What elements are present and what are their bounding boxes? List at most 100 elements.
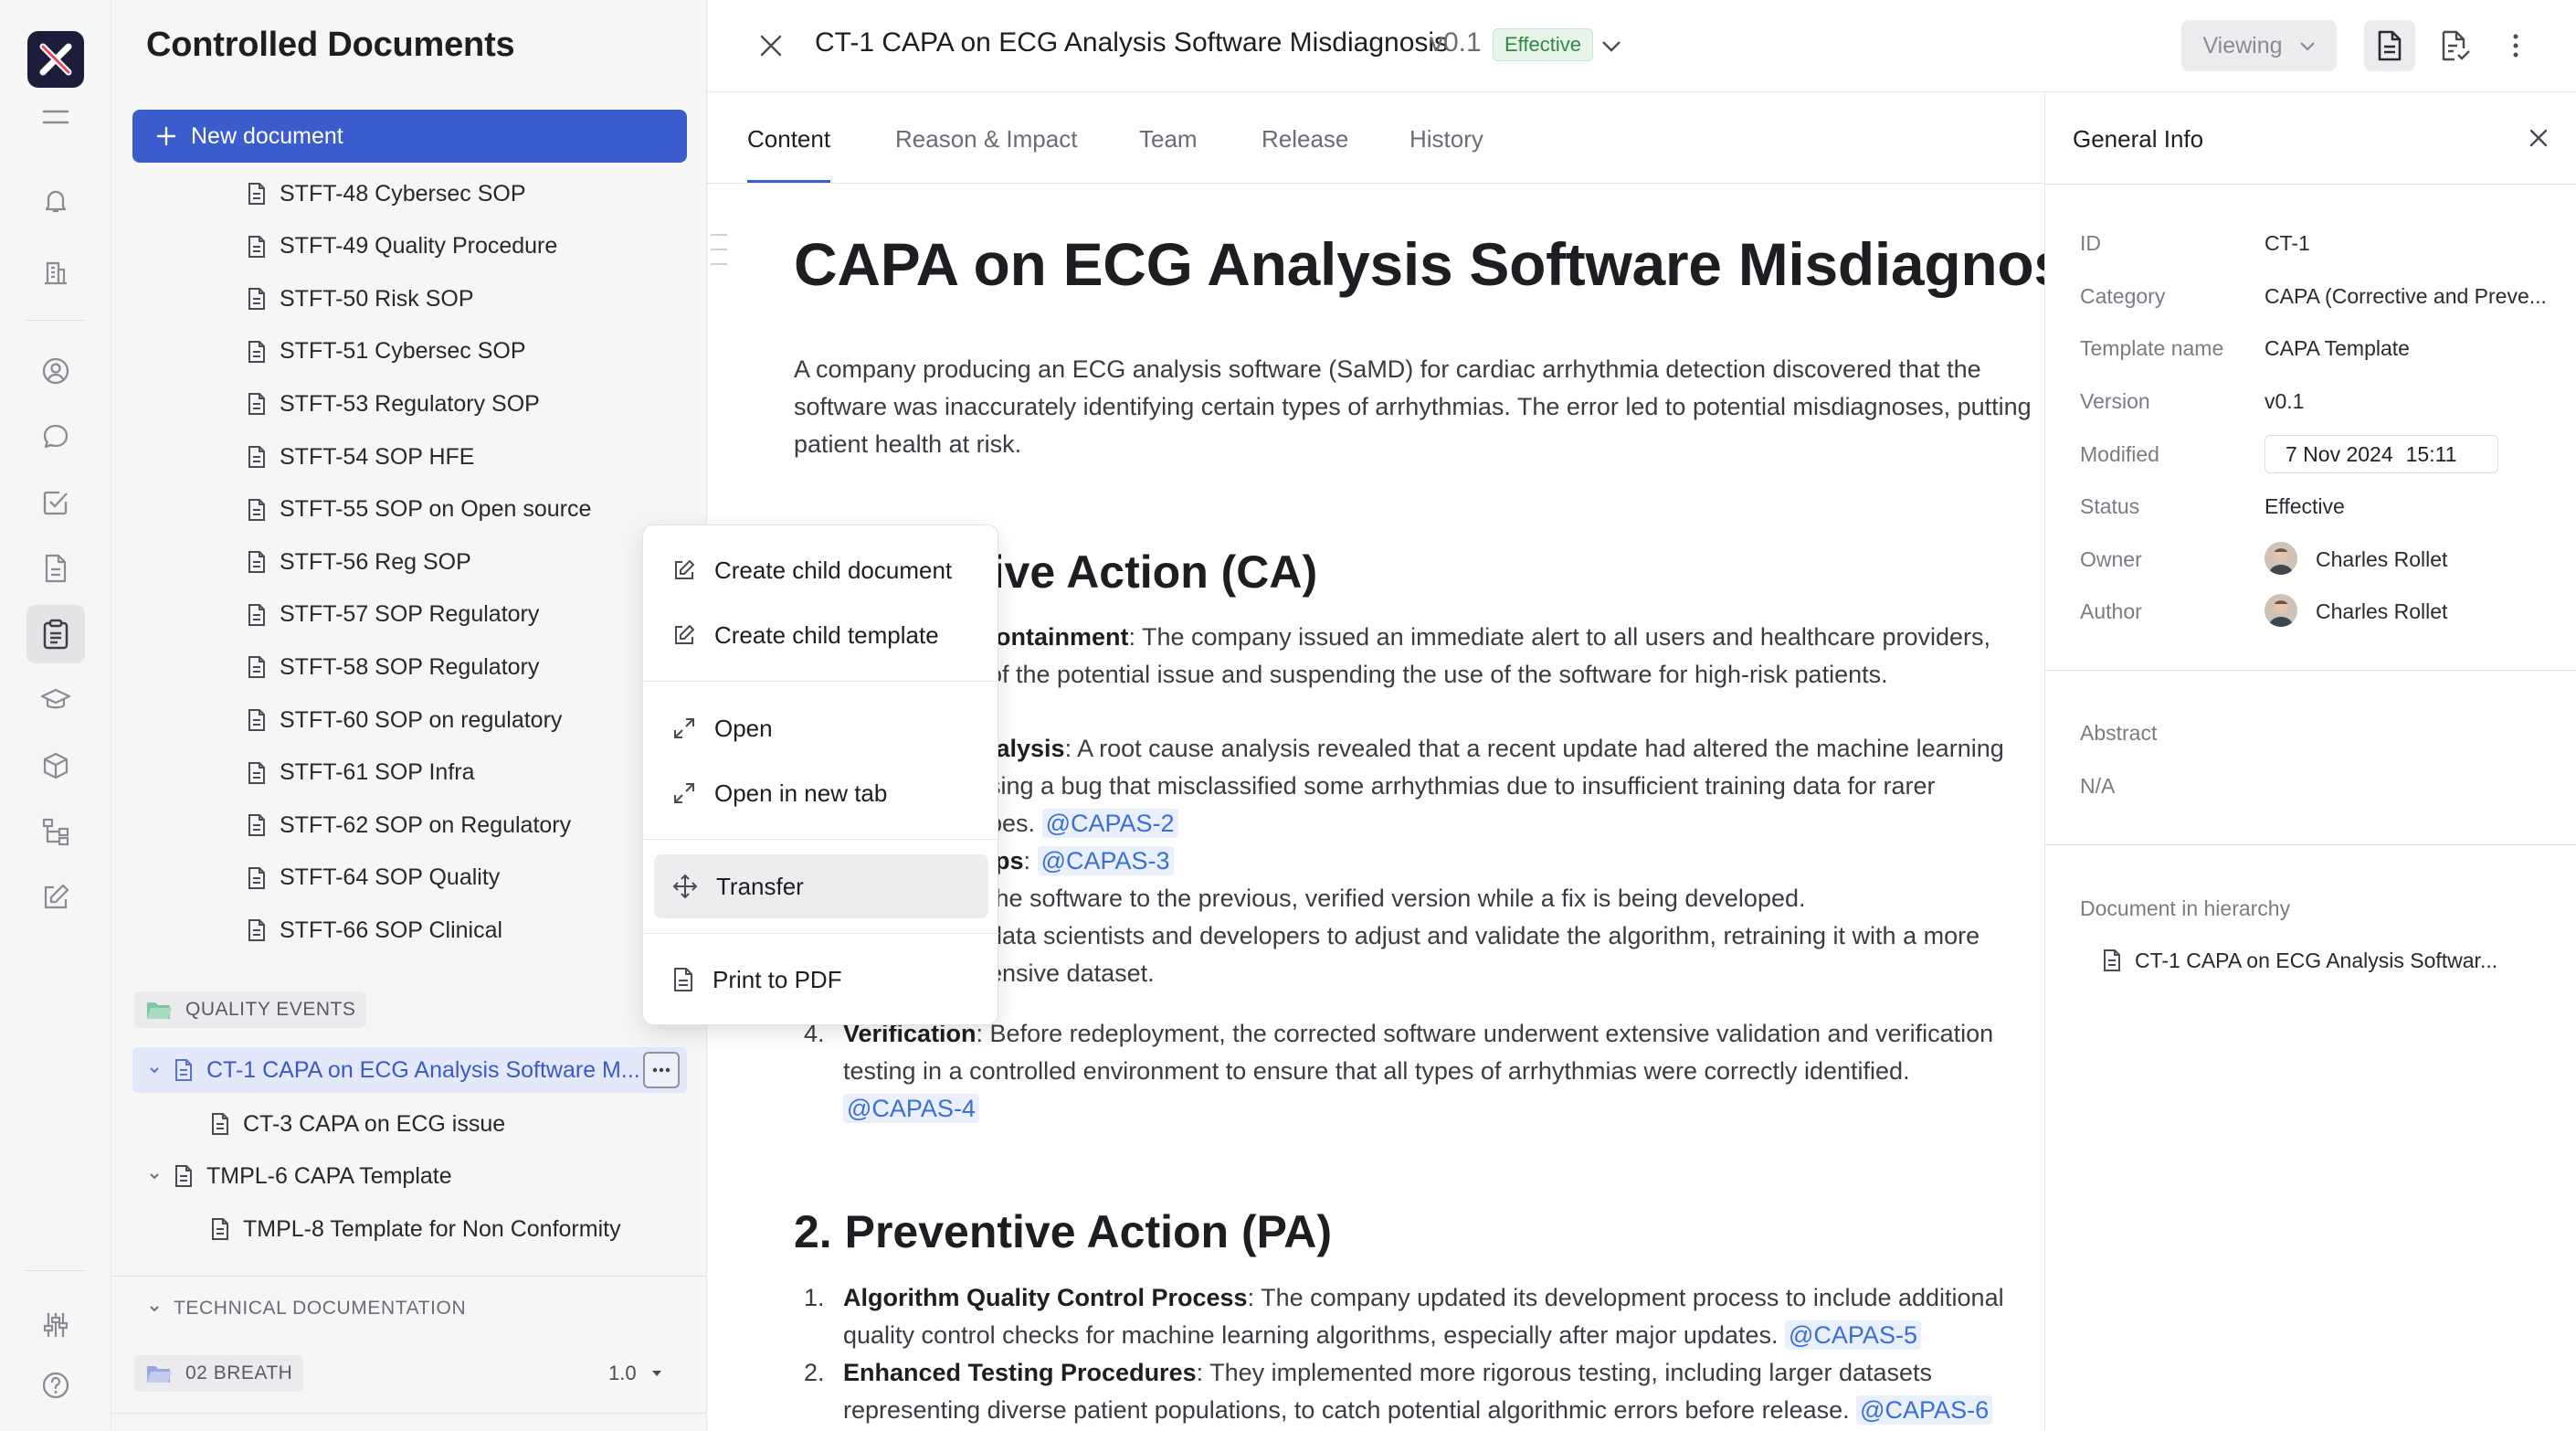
- pa-item-bold: Algorithm Quality Control Process: [843, 1284, 1248, 1311]
- mention-capas-6[interactable]: @CAPAS-6: [1856, 1395, 1993, 1425]
- menu-item-transfer[interactable]: Transfer: [654, 854, 988, 918]
- menu-item-create-child-template[interactable]: Create child template: [654, 607, 988, 663]
- menu-item-open[interactable]: Open: [654, 700, 988, 757]
- close-document-button[interactable]: [745, 20, 797, 71]
- document-icon[interactable]: [34, 546, 78, 590]
- more-options-button[interactable]: [2497, 20, 2534, 71]
- ca-item-root-cause: nalysis: A root cause analysis revealed …: [981, 730, 2041, 843]
- menu-item-print-pdf[interactable]: Print to PDF: [654, 951, 988, 1008]
- ca-item-text: :: [1023, 847, 1031, 874]
- drag-handle-icon[interactable]: [707, 231, 731, 268]
- status-dropdown-button[interactable]: [1593, 20, 1630, 71]
- tab-content[interactable]: Content: [747, 125, 830, 154]
- sidebar-title: Controlled Documents: [146, 26, 515, 64]
- menu-item-open-new-tab[interactable]: Open in new tab: [654, 765, 988, 822]
- chevron-down-icon[interactable]: [148, 1064, 161, 1076]
- section-technical-documentation[interactable]: TECHNICAL DOCUMENTATION: [148, 1288, 466, 1329]
- tree-item-doc[interactable]: STFT-54 SOP HFE: [247, 437, 474, 477]
- tree-item-doc[interactable]: STFT-58 SOP Regulatory: [247, 647, 539, 687]
- expand-icon: [672, 781, 696, 805]
- box-icon[interactable]: [34, 744, 78, 788]
- app-logo[interactable]: [27, 31, 84, 88]
- close-icon: [2529, 129, 2548, 147]
- tab-history[interactable]: History: [1409, 125, 1483, 154]
- ca-item-text: : Before redeployment, the corrected sof…: [976, 1020, 1994, 1047]
- status-label: Status: [2080, 494, 2140, 518]
- folder-quality-events[interactable]: QUALITY EVENTS: [134, 991, 367, 1028]
- tree-item-tmpl-6[interactable]: TMPL-6 CAPA Template: [148, 1156, 452, 1196]
- breath-version-select[interactable]: 1.0: [608, 1353, 662, 1394]
- building-icon[interactable]: [34, 250, 78, 294]
- mention-capas-4[interactable]: @CAPAS-4: [843, 1094, 979, 1123]
- more-actions-button[interactable]: [643, 1052, 680, 1088]
- file-icon: [247, 235, 267, 259]
- chat-icon[interactable]: [34, 415, 78, 459]
- pa-item-text: representing diverse patient populations…: [843, 1396, 1850, 1424]
- edit-icon[interactable]: [34, 875, 78, 919]
- file-icon: [174, 1058, 194, 1082]
- bell-icon[interactable]: [34, 179, 78, 223]
- controlled-documents-icon[interactable]: [26, 605, 85, 663]
- tree-item-label: TMPL-6 CAPA Template: [206, 1162, 452, 1189]
- tree-item-doc[interactable]: STFT-49 Quality Procedure: [247, 227, 557, 267]
- tree-item-doc[interactable]: STFT-50 Risk SOP: [247, 279, 474, 319]
- chevron-down-icon[interactable]: [148, 1170, 161, 1182]
- close-icon: [760, 35, 782, 57]
- mention-capas-3[interactable]: @CAPAS-3: [1037, 846, 1174, 875]
- ca-item-text: : The company issued an immediate alert …: [1128, 623, 1991, 651]
- tree-item-tmpl-8[interactable]: TMPL-8 Template for Non Conformity: [210, 1209, 621, 1249]
- left-rail: [0, 0, 111, 1431]
- tree-item-doc[interactable]: STFT-48 Cybersec SOP: [247, 174, 526, 214]
- modified-date-field: 7 Nov 2024 15:11: [2265, 435, 2498, 473]
- tree-item-doc[interactable]: STFT-57 SOP Regulatory: [247, 595, 539, 635]
- mention-capas-5[interactable]: @CAPAS-5: [1785, 1320, 1921, 1350]
- edit-square-icon: [672, 558, 696, 582]
- document-view-button[interactable]: [2364, 20, 2415, 71]
- tree-item-doc[interactable]: STFT-66 SOP Clinical: [247, 910, 502, 950]
- tree-item-doc[interactable]: STFT-53 Regulatory SOP: [247, 384, 540, 424]
- tab-team[interactable]: Team: [1139, 125, 1198, 154]
- tree-item-doc[interactable]: STFT-56 Reg SOP: [247, 542, 471, 582]
- document-checklist-button[interactable]: [2430, 20, 2481, 71]
- tree-item-doc[interactable]: STFT-64 SOP Quality: [247, 858, 500, 898]
- close-panel-button[interactable]: [2520, 120, 2557, 156]
- ca-item-verification: Verification: Before redeployment, the c…: [843, 1015, 2040, 1128]
- graduation-cap-icon[interactable]: [34, 678, 78, 722]
- tree-item-ct-1[interactable]: CT-1 CAPA on ECG Analysis Software M...: [148, 1050, 640, 1090]
- viewing-mode-select[interactable]: Viewing: [2181, 20, 2337, 71]
- tree-item-doc[interactable]: STFT-61 SOP Infra: [247, 753, 475, 793]
- hierarchy-item[interactable]: CT-1 CAPA on ECG Analysis Softwar...: [2102, 940, 2497, 980]
- menu-separator: [643, 933, 999, 934]
- tree-item-doc[interactable]: STFT-60 SOP on regulatory: [247, 700, 562, 740]
- new-document-button[interactable]: New document: [132, 110, 687, 163]
- menu-item-create-child-document[interactable]: Create child document: [654, 542, 988, 599]
- tab-reason-impact[interactable]: Reason & Impact: [895, 125, 1077, 154]
- folder-02-breath[interactable]: 02 BREATH: [134, 1355, 304, 1392]
- mention-capas-2[interactable]: @CAPAS-2: [1041, 809, 1178, 838]
- tree-item-doc[interactable]: STFT-51 Cybersec SOP: [247, 332, 526, 372]
- tree-item-label: STFT-62 SOP on Regulatory: [280, 811, 572, 838]
- menu-icon[interactable]: [34, 95, 78, 139]
- sliders-icon[interactable]: [34, 1303, 78, 1347]
- abstract-label: Abstract: [2080, 721, 2158, 745]
- hierarchy-item-label: CT-1 CAPA on ECG Analysis Softwar...: [2135, 948, 2498, 972]
- user-circle-icon[interactable]: [34, 349, 78, 393]
- file-icon: [247, 182, 267, 206]
- help-icon[interactable]: [34, 1363, 78, 1407]
- general-info-panel: General Info ID CT-1 Category CAPA (Corr…: [2044, 92, 2576, 1431]
- checkbox-icon[interactable]: [34, 481, 78, 525]
- caret-down-icon: [651, 1370, 662, 1377]
- chevron-down-icon[interactable]: [148, 1302, 161, 1315]
- new-document-label: New document: [191, 122, 343, 149]
- id-value: CT-1: [2265, 231, 2310, 255]
- ca-item-text: : A root cause analysis revealed that a …: [1064, 735, 2004, 762]
- hierarchy-icon[interactable]: [34, 810, 78, 853]
- file-check-icon: [2442, 30, 2470, 61]
- tree-item-ct-3[interactable]: CT-3 CAPA on ECG issue: [210, 1104, 505, 1144]
- owner-label: Owner: [2080, 547, 2142, 571]
- pa-item-text: : They implemented more rigorous testing…: [1196, 1359, 1933, 1386]
- tree-item-doc[interactable]: STFT-55 SOP on Open source: [247, 490, 591, 530]
- edit-square-icon: [672, 623, 696, 647]
- tree-item-doc[interactable]: STFT-62 SOP on Regulatory: [247, 805, 571, 845]
- tab-release[interactable]: Release: [1262, 125, 1348, 154]
